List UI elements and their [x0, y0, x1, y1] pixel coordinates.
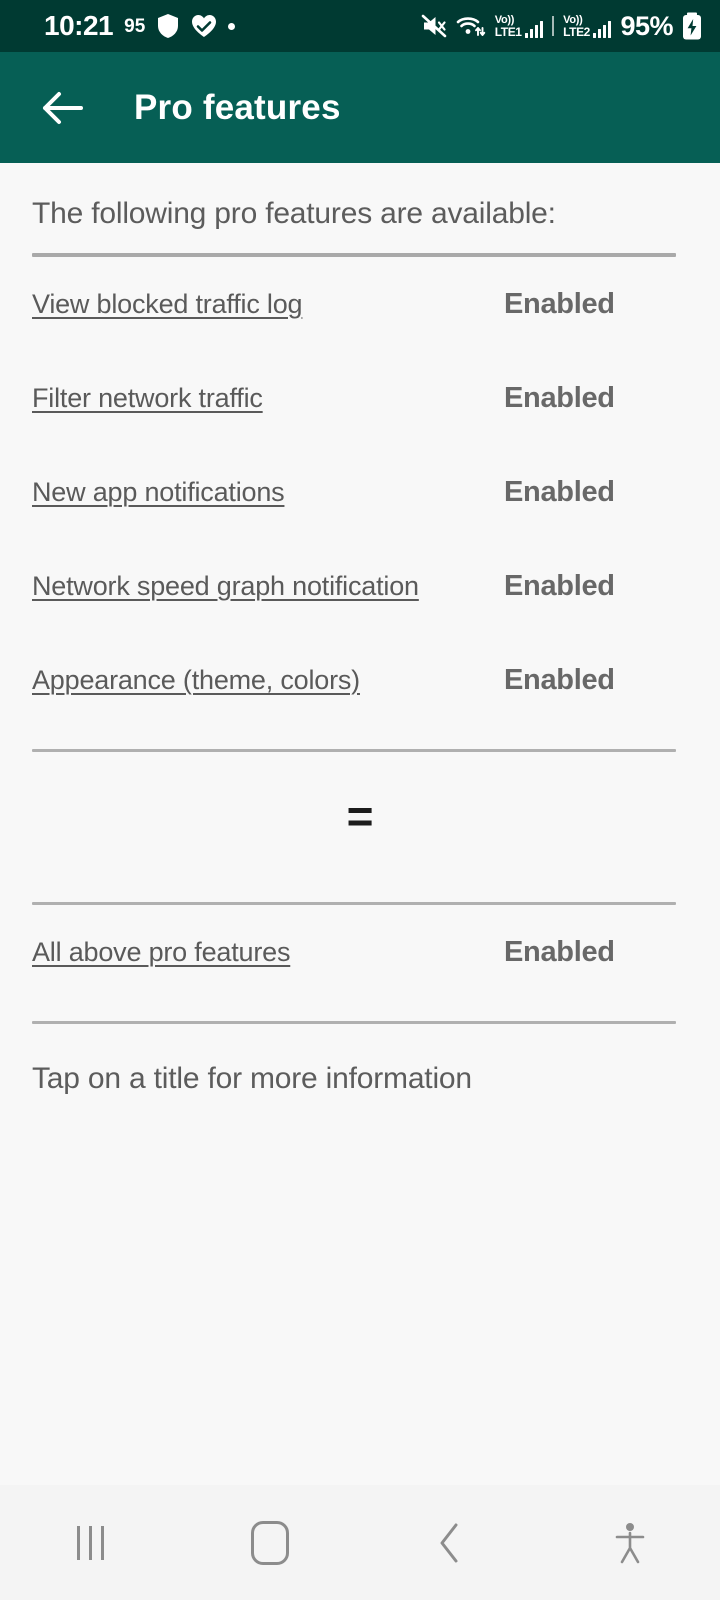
equals-symbol: = [346, 790, 374, 842]
volte1-vo-label: Vo)) [494, 13, 515, 26]
volte2-lte-label: LTE2 [563, 24, 590, 39]
feature-label[interactable]: Filter network traffic [32, 383, 504, 414]
recents-icon [76, 1525, 104, 1560]
bundle-label[interactable]: All above pro features [32, 937, 504, 968]
feature-status: Enabled [504, 475, 615, 508]
app-bar: Pro features [0, 52, 720, 163]
wifi-icon [456, 14, 486, 38]
dot-indicator-icon [228, 22, 236, 30]
status-bar-right: Vo)) LTE1 Vo)) LTE2 95% [421, 12, 702, 40]
navigate-back-button[interactable] [34, 80, 90, 136]
phone-screen: 10:21 95 Vo)) LTE1 Vo)) LTE2 95% Pro fea… [0, 0, 720, 1600]
feature-label[interactable]: Network speed graph notification [32, 571, 504, 602]
status-bar: 10:21 95 Vo)) LTE1 Vo)) LTE2 95% [0, 0, 720, 52]
feature-row-all-above-pro-features[interactable]: All above pro features Enabled [32, 905, 676, 999]
equals-separator: = [0, 752, 720, 880]
feature-label[interactable]: New app notifications [32, 477, 504, 508]
feature-label[interactable]: View blocked traffic log [32, 289, 504, 320]
pro-features-list: View blocked traffic log Enabled Filter … [0, 257, 720, 727]
bundle-section: All above pro features Enabled [0, 905, 720, 999]
bundle-status: Enabled [504, 935, 615, 968]
feature-row-filter-network-traffic[interactable]: Filter network traffic Enabled [32, 351, 676, 445]
feature-status: Enabled [504, 381, 615, 414]
battery-charging-icon [682, 12, 702, 40]
content-area: The following pro features are available… [0, 163, 720, 1600]
home-icon [251, 1520, 289, 1565]
shield-icon [156, 13, 180, 39]
volte1-signal-icon: Vo)) LTE1 [494, 13, 544, 39]
feature-row-appearance[interactable]: Appearance (theme, colors) Enabled [32, 633, 676, 727]
volte2-signal-icon: Vo)) LTE2 [563, 13, 612, 39]
chevron-left-icon [440, 1523, 458, 1562]
footnote-text: Tap on a title for more information [32, 1062, 472, 1095]
feature-row-network-speed-graph-notification[interactable]: Network speed graph notification Enabled [32, 539, 676, 633]
heart-health-icon [191, 14, 217, 38]
page-title: Pro features [134, 87, 341, 127]
feature-label[interactable]: Appearance (theme, colors) [32, 665, 504, 696]
feature-row-new-app-notifications[interactable]: New app notifications Enabled [32, 445, 676, 539]
feature-status: Enabled [504, 287, 615, 320]
arrow-left-icon [43, 91, 83, 124]
volte2-vo-label: Vo)) [563, 13, 583, 26]
feature-status: Enabled [504, 569, 615, 602]
home-button[interactable] [180, 1485, 360, 1600]
feature-row-view-blocked-traffic-log[interactable]: View blocked traffic log Enabled [32, 257, 676, 351]
signal-divider [552, 16, 555, 36]
notification-count-badge: 95 [124, 15, 146, 37]
signal-bars-1 [524, 20, 544, 38]
signal-bars-2 [592, 20, 612, 38]
recents-button[interactable] [0, 1485, 180, 1600]
accessibility-icon [615, 1522, 645, 1563]
intro-text: The following pro features are available… [32, 197, 556, 230]
battery-percent-label: 95% [620, 10, 673, 41]
mute-icon [421, 14, 447, 38]
back-button[interactable] [360, 1485, 540, 1600]
system-navigation-bar [0, 1485, 720, 1600]
status-bar-left: 10:21 95 [44, 10, 236, 41]
feature-status: Enabled [504, 663, 615, 696]
volte1-lte-label: LTE1 [494, 24, 522, 39]
status-clock: 10:21 [44, 10, 114, 41]
accessibility-button[interactable] [540, 1485, 720, 1600]
